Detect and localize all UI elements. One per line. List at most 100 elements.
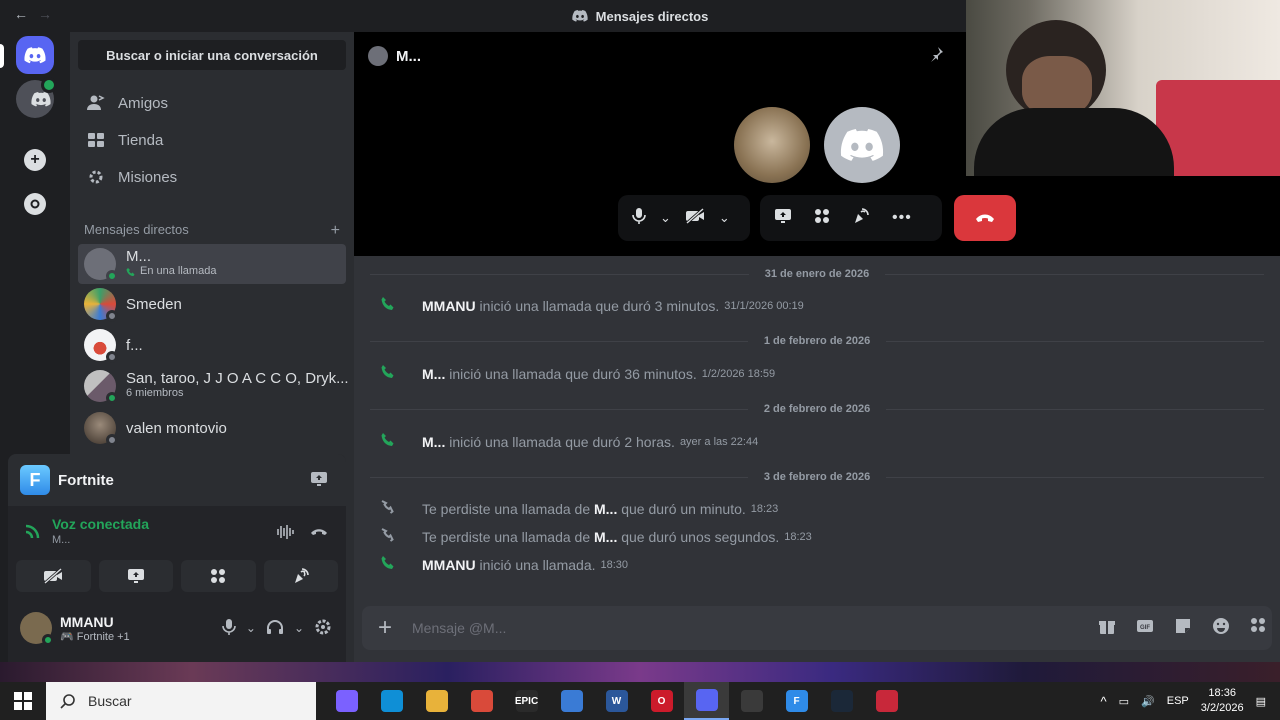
call-soundboard-button[interactable] (852, 207, 870, 230)
system-tray: ^ ▭ 🔊 ESP 18:36 3/2/2026 ▤ (1101, 682, 1280, 720)
nav-item-friends[interactable]: Amigos (78, 86, 346, 120)
start-button[interactable] (0, 682, 46, 720)
user-name: MMANU (60, 613, 114, 630)
avatar[interactable] (20, 612, 54, 646)
create-dm-button[interactable]: + (331, 222, 340, 240)
emoji-icon[interactable] (1212, 617, 1230, 640)
missed-call-row[interactable]: Te perdiste una llamada de M... que duró… (380, 527, 1260, 546)
steam-app[interactable] (819, 682, 864, 720)
call-share-screen-button[interactable] (774, 208, 792, 229)
nav-item-shop[interactable]: Tienda (78, 123, 346, 157)
server-icon[interactable] (16, 77, 57, 118)
person-body-shape (974, 108, 1174, 176)
call-mute-button[interactable] (632, 207, 646, 230)
nav-item-quests[interactable]: Misiones (78, 160, 346, 194)
voice-status-sub: M... (52, 534, 71, 546)
calculator-app[interactable] (549, 682, 594, 720)
dm-section-header: Mensajes directos + (84, 222, 340, 240)
discord-app[interactable] (684, 682, 729, 720)
dm-item-group[interactable]: San, taroo, J J O A C C O, Dryk... 6 mie… (78, 366, 349, 406)
window-title: Mensajes directos (571, 9, 708, 24)
sticker-icon[interactable] (1174, 617, 1192, 640)
forward-button[interactable]: → (38, 6, 52, 22)
explorer-app[interactable] (414, 682, 459, 720)
quests-icon (86, 167, 106, 187)
obs-app[interactable] (729, 682, 774, 720)
missed-call-row[interactable]: Te perdiste una llamada de M... que duró… (380, 499, 1260, 518)
call-camera-button[interactable] (685, 207, 705, 229)
deafen-button[interactable] (266, 619, 284, 638)
participant-tile[interactable] (734, 107, 810, 183)
dm-name: San, taroo, J J O A C C O, Dryk... (126, 370, 349, 387)
taskbar-search[interactable]: Buscar (46, 682, 316, 720)
camera-off-button[interactable] (16, 560, 91, 592)
missed-call-icon (380, 499, 422, 518)
language-indicator[interactable]: ESP (1167, 695, 1189, 707)
discover-icon[interactable] (24, 193, 46, 215)
dm-item-m[interactable]: M... En una llamada (78, 244, 346, 284)
clock[interactable]: 18:36 3/2/2026 (1201, 686, 1244, 716)
avatar (84, 248, 118, 282)
chevron-up-icon[interactable]: ^ (1101, 694, 1107, 709)
edge-app[interactable] (369, 682, 414, 720)
direct-messages-button[interactable] (16, 36, 54, 74)
webcam-overlay (966, 0, 1280, 176)
discord-logo-icon (571, 10, 588, 22)
copilot-app[interactable] (324, 682, 369, 720)
dm-item-smeden[interactable]: Smeden (78, 284, 346, 324)
mute-button[interactable] (222, 618, 236, 639)
chevron-down-icon[interactable]: ⌄ (719, 210, 730, 226)
fortnite-app[interactable]: F (774, 682, 819, 720)
user-activity: 🎮 Fortnite +1 (60, 630, 130, 643)
discord-logo-icon (31, 91, 51, 106)
screen-share-icon[interactable] (310, 471, 328, 492)
word-app[interactable]: W (594, 682, 639, 720)
soundboard-button[interactable] (263, 560, 338, 592)
edge-icon (380, 690, 403, 712)
notifications-icon[interactable]: ▤ (1256, 695, 1266, 708)
opera-app[interactable]: O (639, 682, 684, 720)
headphones-icon (266, 619, 283, 634)
network-icon[interactable]: ▭ (1119, 695, 1129, 708)
attach-button[interactable]: + (378, 616, 392, 640)
voice-panel: F Fortnite Voz conectada M... MMANU 🎮 Fo… (8, 454, 346, 690)
red-app[interactable] (864, 682, 909, 720)
hang-up-button[interactable] (954, 195, 1016, 241)
dm-item-f[interactable]: f... (78, 325, 346, 365)
participant-tile[interactable] (824, 107, 900, 183)
volume-icon[interactable]: 🔊 (1141, 695, 1155, 708)
activities-icon (211, 569, 226, 583)
avatar (368, 46, 388, 66)
message-input[interactable]: + Mensaje @M... GIF (362, 606, 1272, 650)
noise-suppression-icon[interactable] (276, 524, 294, 545)
discord-icon (695, 689, 718, 711)
activities-button[interactable] (181, 560, 256, 592)
share-screen-button[interactable] (98, 560, 173, 592)
disconnect-icon[interactable] (310, 524, 328, 545)
gif-icon[interactable]: GIF (1136, 617, 1154, 640)
gift-icon[interactable] (1098, 617, 1116, 640)
search-conversation-button[interactable]: Buscar o iniciar una conversación (78, 40, 346, 70)
back-button[interactable]: ← (14, 6, 28, 22)
pin-icon[interactable] (928, 46, 944, 67)
message-list: 31 de enero de 2026 MMANU inició una lla… (354, 256, 1280, 598)
chrome-app[interactable] (459, 682, 504, 720)
call-log-row[interactable]: M... inició una llamada que duró 2 horas… (380, 432, 1260, 451)
phone-icon (380, 432, 422, 451)
add-server-icon[interactable]: + (24, 149, 46, 171)
chevron-down-icon[interactable]: ⌄ (246, 621, 256, 635)
call-log-row[interactable]: MMANU inició una llamada. 18:30 (380, 555, 1260, 574)
dm-sub: En una llamada (126, 264, 216, 279)
epic-games-app[interactable]: EPIC (504, 682, 549, 720)
chevron-down-icon[interactable]: ⌄ (660, 210, 671, 226)
more-options-button[interactable]: ••• (892, 209, 912, 227)
dm-item-valen[interactable]: valen montovio (78, 408, 346, 448)
dm-name: Smeden (126, 295, 182, 313)
call-log-row[interactable]: M... inició una llamada que duró 36 minu… (380, 364, 1260, 383)
chevron-down-icon[interactable]: ⌄ (294, 621, 304, 635)
settings-button[interactable] (314, 618, 332, 639)
apps-icon[interactable] (1250, 617, 1266, 640)
call-log-row[interactable]: MMANU inició una llamada que duró 3 minu… (380, 296, 1260, 315)
call-activities-button[interactable] (814, 208, 830, 229)
camera-off-icon (685, 207, 704, 224)
